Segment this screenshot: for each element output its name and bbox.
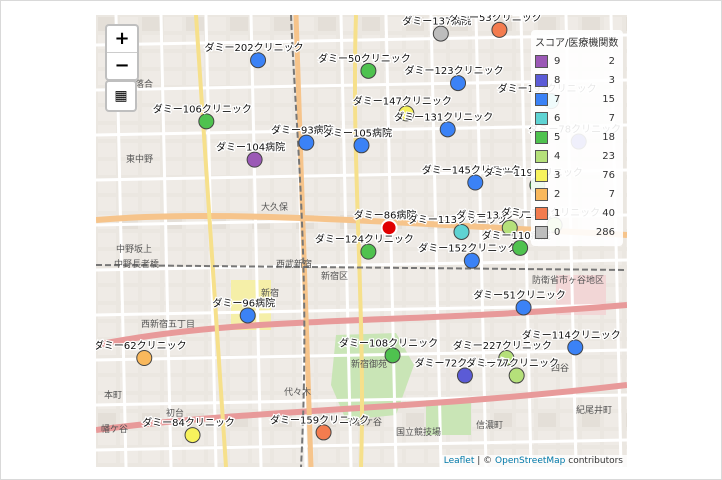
legend-row: 83 [535, 71, 619, 90]
legend-swatch [535, 93, 548, 106]
widget-frame: 上落合 東中野 中野坂上 中野長者橋 西新宿五丁目 本町 初台 幡ケ谷 新宿区 西武新宿 新宿御苑千… [0, 0, 722, 480]
legend-swatch [535, 74, 548, 87]
zoom-out-button[interactable]: − [107, 52, 137, 79]
clinic-marker[interactable]: ダミー105病院 [322, 125, 393, 154]
clinic-marker[interactable]: ダミー124クリニック [314, 231, 415, 260]
clinic-marker[interactable]: ダミー77クリニック [465, 355, 560, 384]
clinic-label: ダミー114クリニック [522, 328, 621, 341]
clinic-label: ダミー104病院 [216, 141, 285, 154]
clinic-label: ダミー53クリニック [449, 15, 542, 24]
legend-count: 2 [608, 56, 615, 67]
legend-row: 1 40 [535, 204, 619, 223]
legend-row: 92 [535, 52, 619, 71]
clinic-marker[interactable]: ダミー131クリニック [393, 109, 494, 138]
clinic-marker[interactable]: ダミー152クリニック [417, 240, 519, 269]
clinic-marker[interactable]: ダミー51クリニック [472, 287, 567, 316]
legend-count: 286 [595, 227, 615, 238]
legend-row: 27 [535, 185, 619, 204]
legend-row: 7 15 [535, 90, 619, 109]
clinic-label: ダミー147クリニック [353, 94, 452, 107]
clinic-label: ダミー159クリニック [270, 413, 369, 426]
clinic-marker[interactable]: ダミー159クリニック [269, 412, 370, 441]
clinic-label: ダミー50クリニック [318, 52, 411, 65]
clinic-marker[interactable]: ダミー104病院 [215, 139, 286, 168]
legend-count: 18 [602, 132, 615, 143]
attribution-tail: contributors [565, 456, 623, 466]
clinic-label: ダミー106クリニック [153, 102, 252, 115]
legend-score: 4 [554, 151, 561, 162]
clinic-label: ダミー96病院 [212, 296, 275, 309]
legend-swatch [535, 150, 548, 163]
legend-swatch [535, 112, 548, 125]
attribution: Leaflet | © OpenStreetMap contributors [439, 455, 627, 467]
legend-count: 76 [602, 170, 615, 181]
legend-row: 5 18 [535, 128, 619, 147]
clinic-label: ダミー131クリニック [394, 110, 493, 123]
legend-score: 9 [554, 56, 561, 67]
attribution-sep: | © [474, 456, 496, 466]
clinic-marker[interactable]: ダミー202クリニック [203, 40, 305, 69]
clinic-label: ダミー152クリニック [418, 242, 517, 255]
clinic-label: ダミー84クリニック [142, 416, 235, 429]
legend-score: 0 [554, 227, 561, 238]
legend-row: 0 286 [535, 223, 619, 242]
legend-count: 3 [608, 75, 615, 86]
clinic-label: ダミー77クリニック [466, 357, 559, 370]
clinic-label: ダミー105病院 [323, 126, 392, 139]
legend-score: 7 [554, 94, 561, 105]
clinic-marker[interactable]: ダミー84クリニック [141, 415, 236, 444]
legend-swatch [535, 207, 548, 220]
leaflet-link[interactable]: Leaflet [444, 456, 475, 466]
legend-score: 1 [554, 208, 561, 219]
legend-score: 6 [554, 113, 561, 124]
legend-count: 7 [608, 189, 615, 200]
clinic-marker[interactable]: ダミー123クリニック [403, 63, 505, 92]
legend-swatch [535, 169, 548, 182]
clinic-marker[interactable]: ダミー62クリニック [96, 338, 188, 366]
clinic-label: ダミー62クリニック [96, 339, 187, 352]
clinic-label: ダミー202クリニック [205, 41, 304, 54]
osm-link[interactable]: OpenStreetMap [495, 456, 565, 466]
layers-button[interactable]: ▦ [105, 80, 137, 112]
legend-swatch [535, 131, 548, 144]
legend-swatch [535, 226, 548, 239]
legend-swatch [535, 188, 548, 201]
legend-score: 8 [554, 75, 561, 86]
legend-count: 23 [602, 151, 615, 162]
zoom-in-button[interactable]: + [107, 26, 137, 52]
legend-title: スコア/医療機関数 [535, 38, 619, 49]
legend-row: 3 76 [535, 166, 619, 185]
legend-score: 3 [554, 170, 561, 181]
clinic-label: ダミー51クリニック [473, 288, 566, 301]
map-canvas[interactable]: 上落合 東中野 中野坂上 中野長者橋 西新宿五丁目 本町 初台 幡ケ谷 新宿区 西武新宿 新宿御苑千… [96, 15, 627, 467]
legend-row: 4 23 [535, 147, 619, 166]
legend: スコア/医療機関数 9 2 8 3 7 15 6 7 5 18 4 23 3 76 2 7 1 40 0 286 [531, 30, 623, 246]
zoom-control: + − [105, 24, 139, 81]
legend-score: 2 [554, 189, 561, 200]
clinic-marker[interactable]: ダミー96病院 [211, 295, 276, 324]
legend-count: 7 [608, 113, 615, 124]
clinic-label: ダミー123クリニック [404, 64, 503, 77]
clinic-label: ダミー108クリニック [339, 336, 438, 349]
clinic-marker[interactable]: ダミー106クリニック [152, 101, 253, 130]
clinic-marker[interactable]: ダミー50クリニック [317, 51, 412, 79]
clinic-label: ダミー124クリニック [315, 233, 414, 246]
legend-row: 67 [535, 109, 619, 128]
legend-count: 15 [602, 94, 615, 105]
legend-count: 40 [602, 208, 615, 219]
legend-swatch [535, 55, 548, 68]
legend-score: 5 [554, 132, 561, 143]
layers-icon: ▦ [114, 88, 128, 104]
